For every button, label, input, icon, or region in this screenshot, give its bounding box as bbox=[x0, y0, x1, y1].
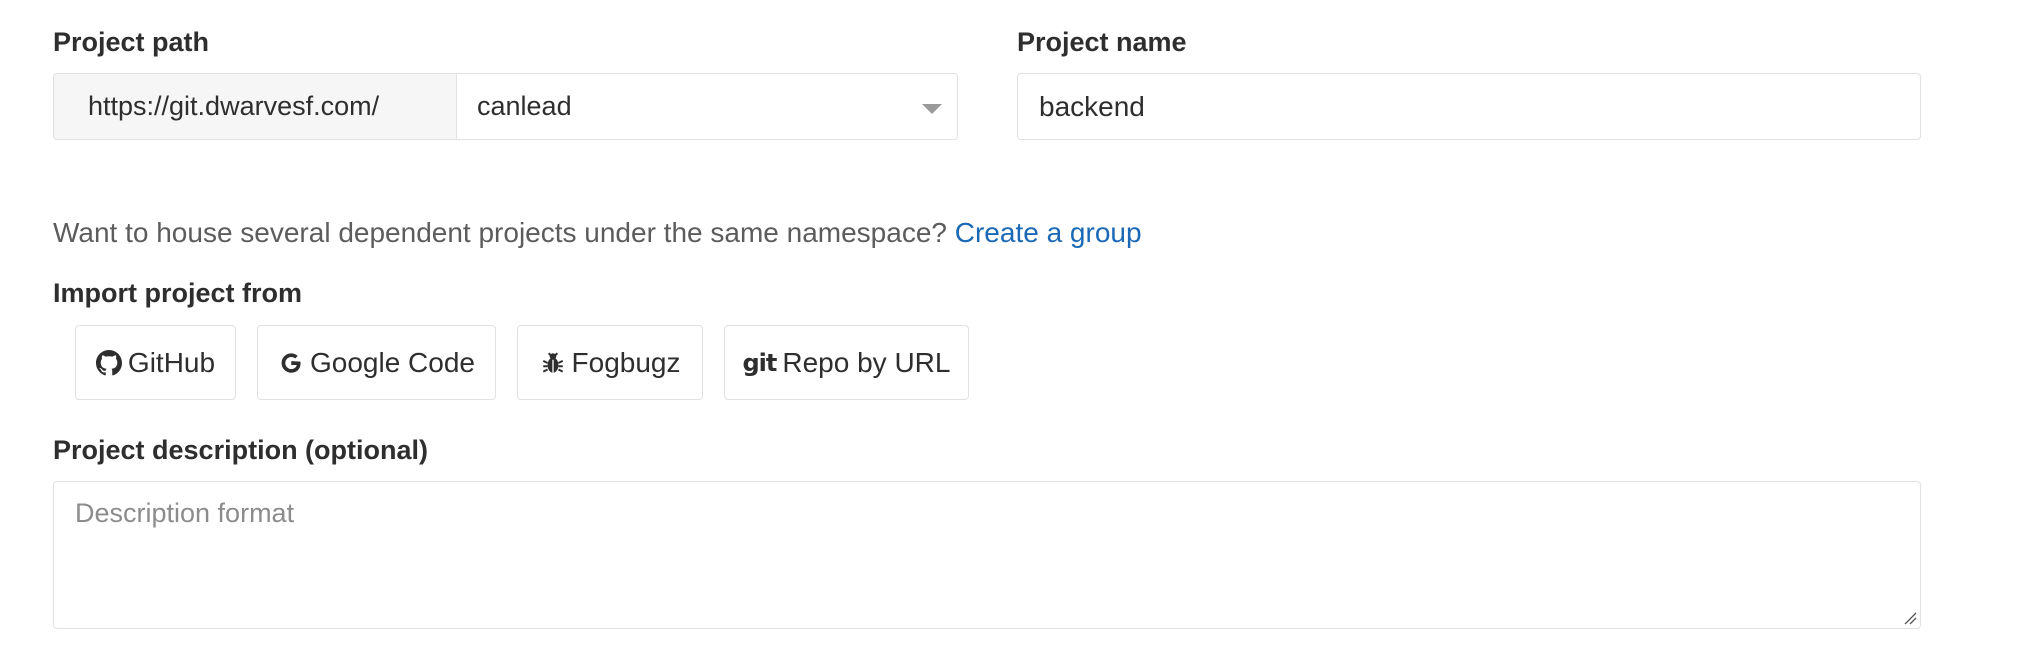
import-google-code-label: Google Code bbox=[309, 346, 475, 378]
project-name-input[interactable]: backend bbox=[1017, 73, 1921, 140]
chevron-down-icon bbox=[922, 104, 942, 114]
import-github-button[interactable]: GitHub bbox=[75, 325, 236, 400]
import-repo-url-button[interactable]: git Repo by URL bbox=[724, 325, 969, 400]
git-icon: git bbox=[742, 348, 778, 377]
namespace-select-value: canlead bbox=[477, 91, 572, 121]
github-icon bbox=[95, 349, 122, 376]
create-group-link[interactable]: Create a group bbox=[955, 217, 1142, 248]
project-path-group: https://git.dwarvesf.com/ canlead bbox=[53, 73, 958, 140]
bug-icon bbox=[540, 350, 566, 376]
import-fogbugz-label: Fogbugz bbox=[571, 346, 681, 378]
import-github-label: GitHub bbox=[127, 346, 216, 378]
new-project-form: Project path https://git.dwarvesf.com/ c… bbox=[0, 0, 2028, 658]
description-placeholder: Description format bbox=[75, 498, 295, 528]
namespace-select[interactable]: canlead bbox=[456, 73, 958, 140]
import-label: Import project from bbox=[53, 278, 303, 308]
import-repo-url-label: Repo by URL bbox=[782, 346, 951, 378]
group-help-text: Want to house several dependent projects… bbox=[53, 216, 1142, 250]
google-icon bbox=[278, 350, 304, 376]
description-textarea[interactable]: Description format bbox=[53, 481, 1921, 629]
description-label: Project description (optional) bbox=[53, 435, 429, 465]
import-fogbugz-button[interactable]: Fogbugz bbox=[517, 325, 703, 400]
project-name-label: Project name bbox=[1017, 27, 1187, 57]
import-google-code-button[interactable]: Google Code bbox=[257, 325, 496, 400]
resize-handle-icon[interactable] bbox=[1903, 611, 1917, 625]
group-help-message: Want to house several dependent projects… bbox=[53, 217, 955, 248]
project-name-value: backend bbox=[1039, 90, 1145, 122]
project-path-label: Project path bbox=[53, 27, 210, 57]
project-path-prefix: https://git.dwarvesf.com/ bbox=[53, 73, 456, 140]
